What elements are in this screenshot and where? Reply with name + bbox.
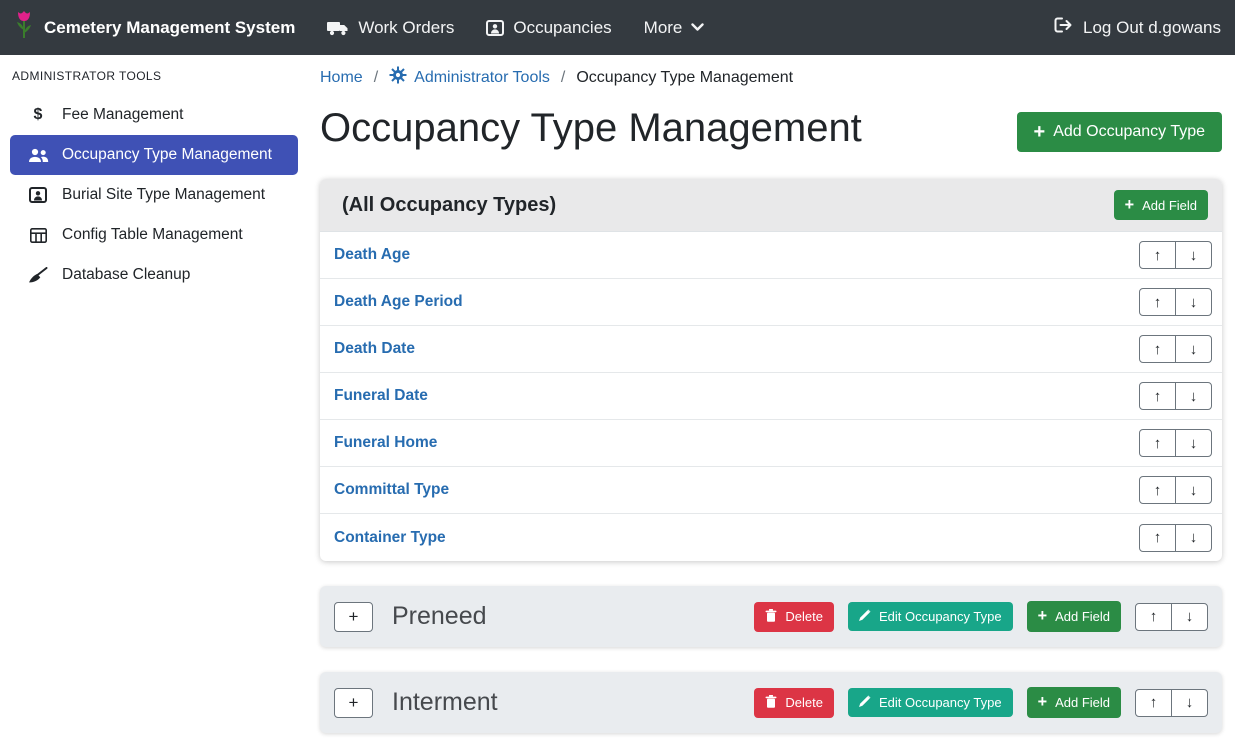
section-title: Preneed — [392, 602, 754, 631]
field-link[interactable]: Death Age — [334, 246, 410, 264]
users-icon — [27, 148, 49, 163]
reorder-controls: ↑ ↓ — [1139, 288, 1212, 316]
top-navbar: Cemetery Management System Work Orders O… — [0, 0, 1235, 55]
nav-more[interactable]: More — [644, 18, 705, 38]
move-down-button[interactable]: ↓ — [1175, 524, 1212, 552]
pencil-icon — [859, 695, 871, 710]
section-actions: Delete Edit Occupancy Type + Add Field ↑… — [754, 687, 1208, 717]
breadcrumb-current: Occupancy Type Management — [576, 69, 793, 87]
field-row: Container Type ↑ ↓ — [320, 514, 1222, 561]
reorder-controls: ↑ ↓ — [1139, 335, 1212, 363]
nav-work-orders[interactable]: Work Orders — [327, 18, 454, 38]
plus-icon: + — [1034, 122, 1046, 142]
sidebar-heading: ADMINISTRATOR TOOLS — [0, 61, 308, 95]
portrait-icon — [486, 20, 504, 36]
broom-icon — [27, 267, 49, 283]
move-down-button[interactable]: ↓ — [1171, 603, 1208, 631]
reorder-controls: ↑ ↓ — [1139, 429, 1212, 457]
move-up-button[interactable]: ↑ — [1139, 335, 1176, 363]
reorder-controls: ↑ ↓ — [1139, 476, 1212, 504]
breadcrumb-admin-tools[interactable]: Administrator Tools — [389, 66, 550, 89]
card-header: (All Occupancy Types) + Add Field — [320, 179, 1222, 232]
section-title: Interment — [392, 688, 754, 717]
app-brand[interactable]: Cemetery Management System — [14, 10, 295, 45]
breadcrumb: Home / — [320, 55, 1222, 89]
delete-button[interactable]: Delete — [754, 688, 834, 718]
app-title: Cemetery Management System — [44, 18, 295, 38]
move-down-button[interactable]: ↓ — [1175, 288, 1212, 316]
logout-icon — [1054, 17, 1074, 38]
field-row: Death Age Period ↑ ↓ — [320, 279, 1222, 326]
logout-button[interactable]: Log Out d.gowans — [1054, 17, 1221, 38]
gear-icon — [389, 66, 407, 89]
sidebar-item-fee-management[interactable]: $ Fee Management — [10, 95, 298, 135]
pencil-icon — [859, 609, 871, 624]
occupancy-type-section-interment: + Interment Delete — [320, 672, 1222, 733]
reorder-controls: ↑ ↓ — [1135, 603, 1208, 631]
field-row: Death Age ↑ ↓ — [320, 232, 1222, 279]
occupancy-type-section-preneed: + Preneed Delete — [320, 586, 1222, 647]
reorder-controls: ↑ ↓ — [1139, 382, 1212, 410]
tulip-logo-icon — [14, 10, 34, 45]
field-row: Funeral Home ↑ ↓ — [320, 420, 1222, 467]
field-row: Committal Type ↑ ↓ — [320, 467, 1222, 514]
move-down-button[interactable]: ↓ — [1175, 382, 1212, 410]
field-link[interactable]: Death Age Period — [334, 293, 463, 311]
expand-button[interactable]: + — [334, 688, 373, 718]
move-up-button[interactable]: ↑ — [1135, 603, 1172, 631]
field-link[interactable]: Funeral Home — [334, 434, 437, 452]
move-down-button[interactable]: ↓ — [1175, 429, 1212, 457]
reorder-controls: ↑ ↓ — [1135, 689, 1208, 717]
breadcrumb-home[interactable]: Home — [320, 69, 363, 87]
edit-occupancy-type-button[interactable]: Edit Occupancy Type — [848, 602, 1013, 631]
card-title: (All Occupancy Types) — [342, 194, 556, 217]
move-up-button[interactable]: ↑ — [1139, 429, 1176, 457]
move-down-button[interactable]: ↓ — [1175, 335, 1212, 363]
move-up-button[interactable]: ↑ — [1135, 689, 1172, 717]
plus-icon: + — [1038, 608, 1048, 624]
truck-icon — [327, 20, 349, 36]
edit-occupancy-type-button[interactable]: Edit Occupancy Type — [848, 688, 1013, 717]
move-down-button[interactable]: ↓ — [1175, 241, 1212, 269]
move-up-button[interactable]: ↑ — [1139, 382, 1176, 410]
field-link[interactable]: Container Type — [334, 529, 446, 547]
move-down-button[interactable]: ↓ — [1175, 476, 1212, 504]
sidebar-item-config-table-management[interactable]: Config Table Management — [10, 215, 298, 255]
reorder-controls: ↑ ↓ — [1139, 524, 1212, 552]
move-up-button[interactable]: ↑ — [1139, 288, 1176, 316]
plus-icon: + — [1125, 197, 1135, 213]
add-field-button[interactable]: + Add Field — [1114, 190, 1208, 220]
field-link[interactable]: Death Date — [334, 340, 415, 358]
all-occupancy-types-card: (All Occupancy Types) + Add Field Death … — [320, 179, 1222, 561]
field-row: Funeral Date ↑ ↓ — [320, 373, 1222, 420]
sidebar-item-burial-site-type-management[interactable]: Burial Site Type Management — [10, 175, 298, 215]
trash-icon — [765, 609, 777, 625]
reorder-controls: ↑ ↓ — [1139, 241, 1212, 269]
portrait-icon — [27, 187, 49, 203]
table-icon — [27, 228, 49, 243]
expand-button[interactable]: + — [334, 602, 373, 632]
dollar-icon: $ — [27, 106, 49, 124]
sidebar-item-database-cleanup[interactable]: Database Cleanup — [10, 255, 298, 295]
add-field-button[interactable]: + Add Field — [1027, 601, 1121, 631]
move-down-button[interactable]: ↓ — [1171, 689, 1208, 717]
trash-icon — [765, 695, 777, 711]
main-content: Home / — [320, 55, 1222, 733]
page-title: Occupancy Type Management — [320, 105, 862, 151]
move-up-button[interactable]: ↑ — [1139, 524, 1176, 552]
chevron-down-icon — [691, 23, 704, 32]
add-field-button[interactable]: + Add Field — [1027, 687, 1121, 717]
sidebar-item-occupancy-type-management[interactable]: Occupancy Type Management — [10, 135, 298, 175]
move-up-button[interactable]: ↑ — [1139, 241, 1176, 269]
section-actions: Delete Edit Occupancy Type + Add Field ↑… — [754, 601, 1208, 631]
plus-icon: + — [1038, 694, 1048, 710]
delete-button[interactable]: Delete — [754, 602, 834, 632]
sidebar: ADMINISTRATOR TOOLS $ Fee Management Occ… — [0, 55, 308, 738]
add-occupancy-type-button[interactable]: + Add Occupancy Type — [1017, 112, 1222, 152]
field-link[interactable]: Funeral Date — [334, 387, 428, 405]
field-link[interactable]: Committal Type — [334, 481, 449, 499]
field-row: Death Date ↑ ↓ — [320, 326, 1222, 373]
move-up-button[interactable]: ↑ — [1139, 476, 1176, 504]
nav-occupancies[interactable]: Occupancies — [486, 18, 611, 38]
